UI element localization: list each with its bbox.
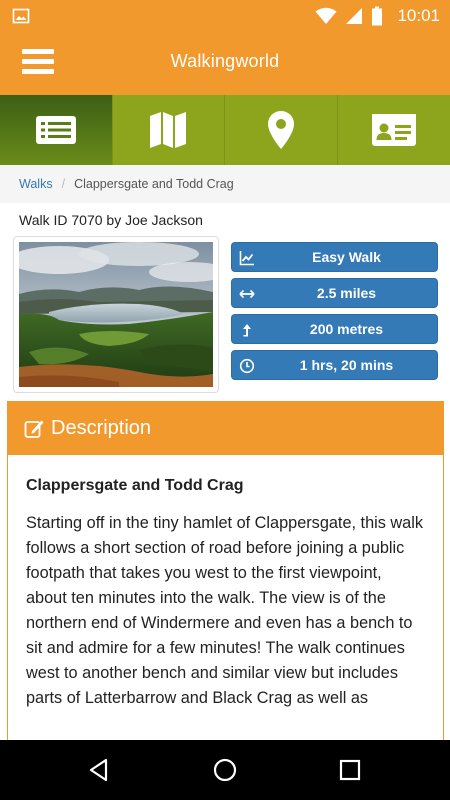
tab-bar	[0, 95, 450, 165]
ascent-label: 200 metres	[309, 321, 384, 337]
app-title: Walkingworld	[170, 51, 280, 71]
ascent-badge[interactable]: 200 metres	[231, 314, 438, 344]
breadcrumb-separator: /	[61, 177, 66, 191]
description-title: Clappersgate and Todd Crag	[26, 477, 244, 494]
description-heading: Description	[51, 417, 152, 439]
location-tab[interactable]	[225, 95, 338, 165]
description-text: Starting off in the tiny hamlet of Clapp…	[26, 514, 423, 707]
duration-badge[interactable]: 1 hrs, 20 mins	[231, 350, 438, 380]
breadcrumb: Walks / Clappersgate and Todd Crag	[0, 165, 450, 203]
edit-icon	[24, 420, 44, 438]
map-tab[interactable]	[112, 95, 225, 165]
walk-photo-frame[interactable]	[13, 236, 219, 393]
system-nav-bar	[0, 740, 450, 800]
ascent-arrow-icon	[243, 324, 251, 337]
walk-photo	[19, 242, 213, 387]
status-icons: R 10:01	[315, 0, 440, 32]
difficulty-badge[interactable]: Easy Walk	[231, 242, 438, 272]
description-header[interactable]: Description	[8, 402, 443, 455]
map-icon	[150, 112, 187, 148]
duration-label: 1 hrs, 20 mins	[299, 357, 394, 373]
location-pin-icon	[267, 111, 294, 149]
contact-card-tab[interactable]	[337, 95, 450, 165]
app-bar: Walkingworld	[0, 32, 450, 95]
image-icon	[12, 8, 30, 24]
breadcrumb-current: Clappersgate and Todd Crag	[74, 177, 234, 191]
list-icon	[35, 116, 76, 144]
status-bar: R 10:01	[0, 0, 450, 32]
distance-badge[interactable]: 2.5 miles	[231, 278, 438, 308]
trend-chart-icon	[239, 251, 254, 266]
list-tab[interactable]	[0, 95, 113, 165]
walk-id-line: Walk ID 7070 by Joe Jackson	[19, 212, 203, 228]
battery-icon	[372, 6, 383, 26]
wifi-icon	[315, 7, 337, 24]
description-body: Clappersgate and Todd Crag Starting off …	[8, 455, 443, 711]
id-card-icon	[371, 114, 416, 146]
home-icon[interactable]	[209, 754, 241, 786]
distance-label: 2.5 miles	[316, 285, 377, 301]
status-time: 10:01	[397, 6, 440, 25]
signal-icon: R	[346, 8, 363, 24]
clock-icon	[239, 358, 255, 374]
back-icon[interactable]	[84, 754, 116, 786]
svg-text:R: R	[349, 11, 354, 18]
difficulty-label: Easy Walk	[312, 249, 381, 265]
breadcrumb-walks-link[interactable]: Walks	[19, 177, 53, 191]
distance-arrows-icon	[239, 289, 255, 299]
screen: R 10:01 Walkingworld Walks / Clappersgat…	[0, 0, 450, 800]
recents-icon[interactable]	[334, 754, 366, 786]
description-panel: Description Clappersgate and Todd Crag S…	[7, 401, 444, 761]
